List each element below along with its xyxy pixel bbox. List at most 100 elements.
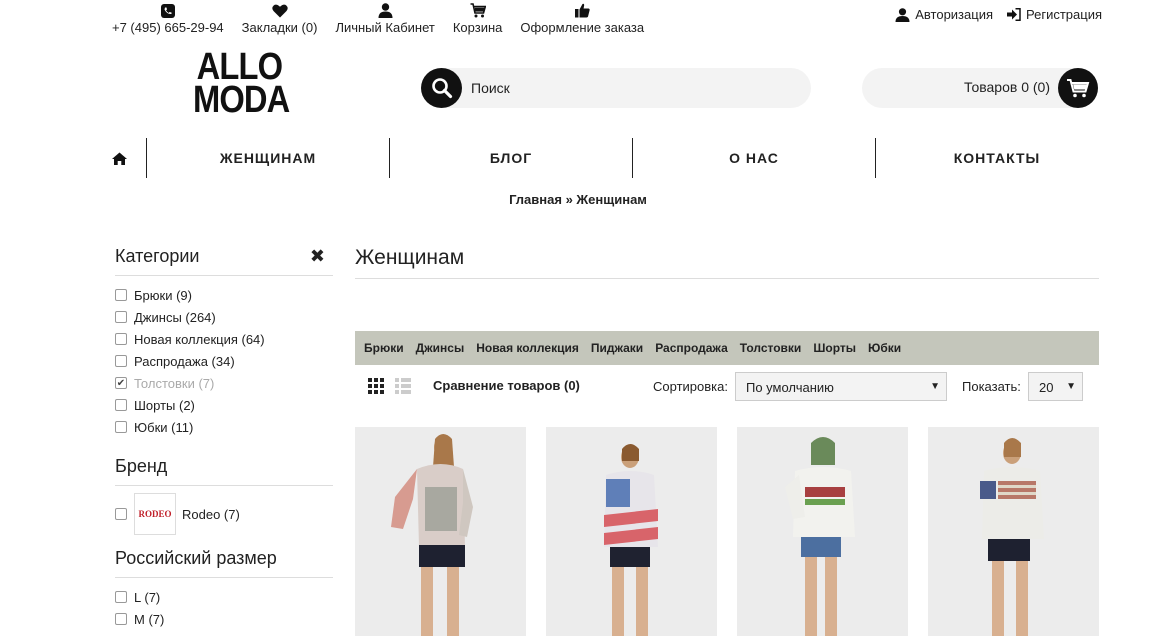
breadcrumb-home[interactable]: Главная (509, 192, 562, 207)
product-image (355, 427, 526, 636)
shopping-cart-icon (1067, 79, 1090, 98)
nav-item-blog[interactable]: БЛОГ (389, 138, 632, 178)
sort-select[interactable]: По умолчанию ▼ (735, 372, 947, 401)
subcategory-link[interactable]: Юбки (868, 341, 901, 355)
list-view-icon[interactable] (395, 378, 411, 394)
phone-link[interactable]: +7 (495) 665-29-94 (112, 0, 224, 35)
grid-view-icon[interactable] (368, 378, 384, 394)
product-image (737, 427, 908, 636)
bookmarks-label: Закладки (0) (241, 20, 318, 35)
category-filter-sale[interactable]: Распродажа (34) (115, 350, 333, 372)
subcategory-link[interactable]: Шорты (813, 341, 856, 355)
compare-link[interactable]: Сравнение товаров (0) (433, 378, 580, 393)
dropdown-arrow-icon: ▼ (930, 381, 940, 392)
phone-label: +7 (495) 665-29-94 (112, 20, 224, 35)
checkout-link[interactable]: Оформление заказа (520, 0, 644, 35)
category-filter-skirts[interactable]: Юбки (11) (115, 416, 333, 438)
bookmarks-link[interactable]: Закладки (0) (241, 0, 318, 35)
cart-summary-button[interactable]: Товаров 0 (0) (862, 68, 1098, 108)
subcategory-link[interactable]: Толстовки (740, 341, 802, 355)
search-bar (421, 68, 811, 108)
show-label: Показать: (962, 379, 1021, 394)
checkout-label: Оформление заказа (520, 20, 645, 35)
page-title: Женщинам (355, 246, 1099, 279)
product-toolbar: Сравнение товаров (0) Сортировка: По умо… (355, 372, 1099, 401)
category-label: Новая коллекция (64) (134, 331, 265, 347)
categories-title-text: Категории (115, 246, 200, 266)
nav-item-women[interactable]: ЖЕНЩИНАМ (146, 138, 389, 178)
register-label: Регистрация (1026, 7, 1102, 22)
checkbox[interactable] (115, 399, 127, 411)
limit-value: 20 (1039, 380, 1054, 395)
auth-links: Авторизация Регистрация (895, 7, 1102, 22)
nav-item-about[interactable]: О НАС (632, 138, 875, 178)
category-label: Джинсы (264) (134, 309, 216, 325)
size-filter-l[interactable]: L (7) (115, 586, 333, 608)
account-link[interactable]: Личный Кабинет (335, 0, 435, 35)
breadcrumb-current[interactable]: Женщинам (576, 192, 647, 207)
breadcrumb: Главная » Женщинам (0, 192, 1156, 207)
brand-filter-rodeo[interactable]: RODEO Rodeo (7) (115, 492, 333, 536)
subcategory-link[interactable]: Пиджаки (591, 341, 643, 355)
cart-link[interactable]: Корзина (452, 0, 503, 35)
category-filter-new-collection[interactable]: Новая коллекция (64) (115, 328, 333, 350)
clear-filter-icon[interactable]: ✖ (310, 246, 325, 267)
heart-icon (271, 0, 288, 18)
account-label: Личный Кабинет (335, 20, 435, 35)
dropdown-arrow-icon: ▼ (1066, 381, 1076, 392)
subcategory-link[interactable]: Новая коллекция (476, 341, 579, 355)
size-title: Российский размер (115, 548, 333, 578)
subcategory-link[interactable]: Джинсы (416, 341, 465, 355)
categories-title: Категории ✖ (115, 246, 333, 276)
product-image (928, 427, 1099, 636)
home-icon (112, 152, 127, 165)
nav-home[interactable] (112, 138, 146, 178)
brand-label: Rodeo (7) (182, 506, 240, 522)
search-input[interactable] (471, 78, 791, 98)
category-filter-shorts[interactable]: Шорты (2) (115, 394, 333, 416)
subcategory-link[interactable]: Брюки (364, 341, 404, 355)
checkbox[interactable] (115, 333, 127, 345)
cart-icon (470, 0, 486, 18)
nav-item-contacts[interactable]: КОНТАКТЫ (875, 138, 1118, 178)
checkbox[interactable] (115, 355, 127, 367)
sort-value: По умолчанию (746, 380, 834, 395)
user-icon (895, 7, 910, 22)
limit-select[interactable]: 20 ▼ (1028, 372, 1083, 401)
category-filter-jeans[interactable]: Джинсы (264) (115, 306, 333, 328)
site-logo[interactable]: ALLO MODA (193, 48, 290, 119)
cart-summary-label: Товаров 0 (0) (964, 79, 1050, 95)
category-label: Юбки (11) (134, 419, 194, 435)
register-link[interactable]: Регистрация (1007, 7, 1102, 22)
top-links: +7 (495) 665-29-94 Закладки (0) Личный К… (112, 0, 662, 35)
product-card[interactable] (737, 427, 908, 636)
cart-button[interactable] (1058, 68, 1098, 108)
product-grid (355, 427, 1099, 636)
subcategory-bar: Брюки Джинсы Новая коллекция Пиджаки Рас… (355, 331, 1099, 365)
checkbox[interactable] (115, 508, 127, 520)
search-button[interactable] (421, 68, 462, 108)
search-icon (431, 78, 452, 99)
checkbox[interactable] (115, 421, 127, 433)
checkbox[interactable] (115, 591, 127, 603)
brand-title: Бренд (115, 456, 333, 486)
cart-label: Корзина (452, 20, 503, 35)
product-card[interactable] (355, 427, 526, 636)
product-image (546, 427, 717, 636)
main-nav: ЖЕНЩИНАМ БЛОГ О НАС КОНТАКТЫ (112, 138, 1118, 178)
size-label: M (7) (134, 611, 165, 627)
login-link[interactable]: Авторизация (895, 7, 993, 22)
product-card[interactable] (546, 427, 717, 636)
category-label: Распродажа (34) (134, 353, 235, 369)
checkbox[interactable] (115, 311, 127, 323)
category-filter-hoodies[interactable]: ✔ Толстовки (7) (115, 372, 333, 394)
checkbox[interactable] (115, 289, 127, 301)
size-label: L (7) (134, 589, 161, 605)
size-filter-m[interactable]: M (7) (115, 608, 333, 630)
checkbox-checked[interactable]: ✔ (115, 377, 127, 389)
product-card[interactable] (928, 427, 1099, 636)
checkbox[interactable] (115, 613, 127, 625)
subcategory-link[interactable]: Распродажа (655, 341, 728, 355)
breadcrumb-separator: » (565, 192, 573, 207)
category-filter-pants[interactable]: Брюки (9) (115, 284, 333, 306)
